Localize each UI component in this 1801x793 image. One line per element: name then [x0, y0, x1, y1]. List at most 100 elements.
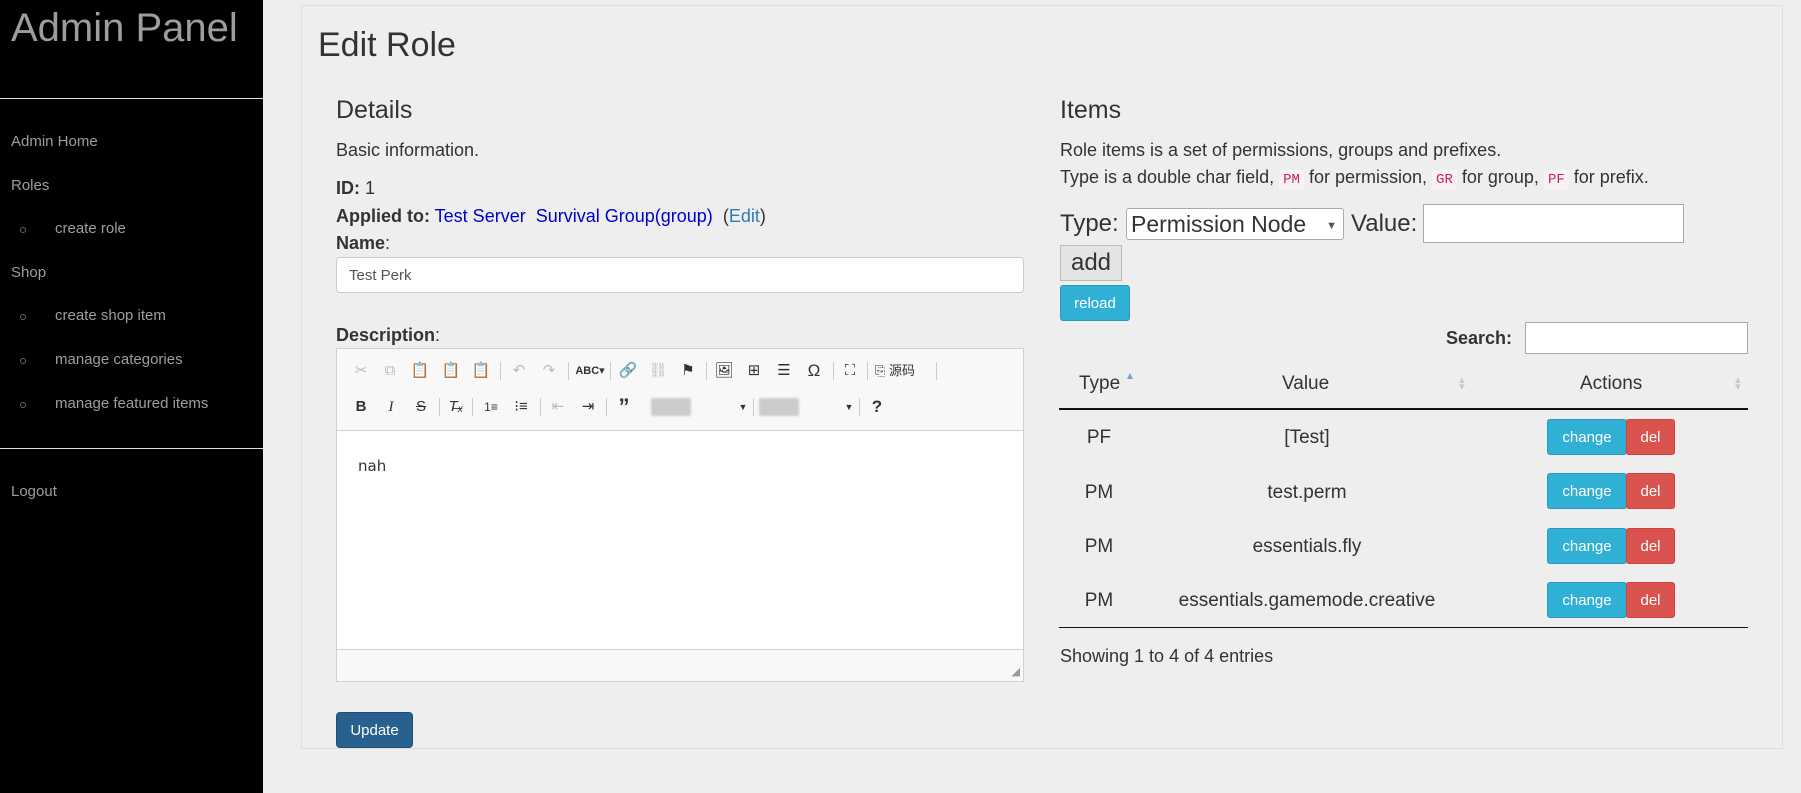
name-input[interactable] — [336, 257, 1024, 293]
toolbar-separator — [439, 398, 440, 416]
page-title: Edit Role — [318, 26, 456, 64]
spellcheck-icon[interactable]: ABC▾ — [575, 360, 605, 382]
edit-applied-link[interactable]: Edit — [729, 206, 760, 226]
link-icon[interactable]: 🔗 — [617, 360, 639, 382]
delete-button[interactable]: del — [1626, 528, 1675, 564]
editor-text: nah — [358, 457, 387, 475]
value-input[interactable] — [1423, 204, 1684, 243]
name-colon: : — [385, 233, 391, 253]
sidebar-item-label: manage featured items — [55, 395, 209, 412]
column-header-value[interactable]: Value — [1282, 373, 1329, 395]
strikethrough-icon[interactable]: S — [410, 396, 432, 418]
column-header-actions[interactable]: Actions — [1580, 373, 1642, 395]
toolbar-separator — [568, 362, 569, 380]
bold-icon[interactable]: B — [350, 396, 372, 418]
undo-icon[interactable]: ↶ — [508, 360, 530, 382]
type-select[interactable]: Permission Node ▼ — [1126, 208, 1344, 240]
applied-group-link[interactable]: Survival Group(group) — [536, 206, 713, 226]
toolbar-separator — [867, 362, 868, 380]
search-input[interactable] — [1525, 322, 1748, 354]
sidebar-item-logout[interactable]: Logout — [11, 483, 57, 500]
chevron-down-icon[interactable]: ▼ — [838, 396, 860, 418]
value-label: Value: — [1351, 210, 1418, 237]
sidebar-item-manage-featured-items[interactable]: manage featured items — [0, 395, 263, 415]
change-button[interactable]: change — [1547, 473, 1627, 509]
special-char-icon[interactable]: Ω — [803, 360, 825, 382]
unlink-icon[interactable]: ⛓ — [647, 360, 669, 382]
change-button[interactable]: change — [1547, 582, 1627, 618]
cell-value: [Test] — [1284, 427, 1330, 448]
sidebar: Admin Panel Admin Home Roles create role… — [0, 0, 263, 793]
type-text-1: Type is a double char field, — [1060, 167, 1275, 187]
column-header-type[interactable]: Type ▲ — [1079, 371, 1135, 395]
sort-both-icon[interactable]: ▲ ▼ — [1457, 376, 1467, 393]
sidebar-item-shop[interactable]: Shop — [11, 264, 46, 281]
indent-icon[interactable]: ⇥ — [577, 396, 599, 418]
sidebar-item-label: manage categories — [55, 351, 183, 368]
editor-content[interactable]: nah — [337, 430, 1023, 650]
redo-icon[interactable]: ↷ — [538, 360, 560, 382]
sidebar-item-admin-home[interactable]: Admin Home — [11, 133, 98, 150]
cell-value: essentials.gamemode.creative — [1178, 590, 1436, 611]
description-label-row: Description: — [336, 325, 440, 346]
maximize-icon[interactable]: ⛶ — [839, 360, 861, 382]
column-header-label: Type — [1079, 373, 1121, 394]
add-button[interactable]: add — [1060, 245, 1122, 281]
description-label: Description — [336, 325, 436, 345]
code-pf: PF — [1543, 170, 1569, 190]
bulleted-list-icon[interactable]: ⁝≡ — [510, 396, 532, 418]
code-pm: PM — [1279, 170, 1304, 190]
brand-title[interactable]: Admin Panel — [11, 6, 238, 51]
cell-type: PM — [1084, 590, 1114, 611]
toolbar-separator — [936, 362, 937, 380]
numbered-list-icon[interactable]: 1≡ — [480, 396, 502, 418]
sort-both-icon[interactable]: ▲ ▼ — [1733, 376, 1743, 393]
sidebar-item-create-role[interactable]: create role — [0, 220, 263, 240]
outdent-icon[interactable]: ⇤ — [547, 396, 569, 418]
name-label: Name — [336, 233, 386, 253]
sidebar-item-roles[interactable]: Roles — [11, 177, 49, 194]
remove-format-icon[interactable]: T̶ₓ — [445, 396, 467, 418]
paste-word-icon[interactable]: 📋 — [470, 360, 492, 382]
copy-icon[interactable]: ⧉ — [379, 360, 401, 382]
chevron-down-icon[interactable]: ▼ — [732, 396, 754, 418]
bullet-icon — [20, 314, 26, 320]
size-dropdown[interactable] — [759, 398, 799, 416]
horizontal-rule-icon[interactable]: ☰ — [773, 360, 795, 382]
sidebar-item-label: create role — [55, 220, 126, 237]
reload-button[interactable]: reload — [1060, 285, 1130, 321]
chevron-down-icon: ▼ — [1326, 220, 1337, 232]
type-select-value: Permission Node — [1131, 211, 1307, 237]
paste-icon[interactable]: 📋 — [409, 360, 431, 382]
delete-button[interactable]: del — [1626, 473, 1675, 509]
source-button[interactable]: ⎘ 源码 — [870, 360, 920, 382]
sidebar-item-manage-categories[interactable]: manage categories — [0, 351, 263, 371]
resize-handle-icon[interactable]: ◢ — [1012, 665, 1020, 678]
type-text-2: for permission, — [1308, 167, 1428, 187]
delete-button[interactable]: del — [1626, 582, 1675, 618]
update-button[interactable]: Update — [336, 712, 413, 748]
change-button[interactable]: change — [1547, 528, 1627, 564]
sidebar-item-create-shop-item[interactable]: create shop item — [0, 307, 263, 327]
type-text-4: for prefix. — [1573, 167, 1649, 187]
delete-button[interactable]: del — [1626, 419, 1675, 455]
details-subtitle: Basic information. — [336, 140, 480, 160]
blockquote-icon[interactable]: ” — [613, 396, 635, 418]
applied-server-link[interactable]: Test Server — [435, 206, 526, 226]
id-value: 1 — [365, 178, 376, 198]
cell-type: PM — [1084, 536, 1114, 557]
image-icon[interactable]: 🖼 — [713, 360, 735, 382]
format-dropdown[interactable] — [651, 398, 691, 416]
toolbar-separator — [540, 398, 541, 416]
cut-icon[interactable]: ✂ — [350, 360, 372, 382]
paste-text-icon[interactable]: 📋 — [440, 360, 462, 382]
table-icon[interactable]: ⊞ — [743, 360, 765, 382]
anchor-flag-icon[interactable]: ⚑ — [677, 360, 699, 382]
help-icon[interactable]: ? — [866, 396, 888, 418]
bullet-icon — [20, 402, 26, 408]
change-button[interactable]: change — [1547, 419, 1627, 455]
rich-text-editor: ✂ ⧉ 📋 📋 📋 ↶ ↷ ABC▾ 🔗 ⛓ ⚑ 🖼 ⊞ ☰ Ω ⛶ ⎘ 源码 … — [336, 348, 1024, 682]
id-row: ID: 1 — [336, 178, 375, 199]
italic-icon[interactable]: I — [380, 396, 402, 418]
source-label: 源码 — [889, 363, 916, 378]
